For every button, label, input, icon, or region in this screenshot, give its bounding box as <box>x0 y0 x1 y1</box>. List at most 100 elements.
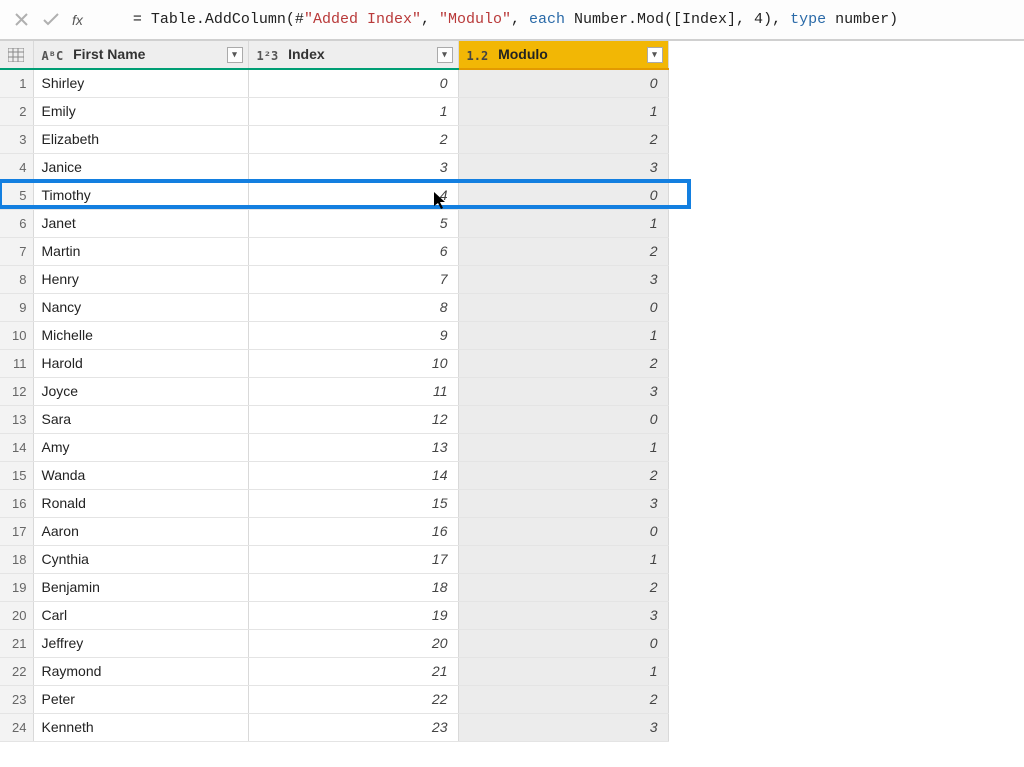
modulo-cell[interactable]: 1 <box>458 209 668 237</box>
table-row[interactable]: 7Martin62 <box>0 237 668 265</box>
row-number-cell[interactable]: 22 <box>0 657 33 685</box>
column-header-index[interactable]: 1²3 Index ▾ <box>248 41 458 69</box>
column-filter-button[interactable]: ▾ <box>227 47 243 63</box>
index-cell[interactable]: 1 <box>248 97 458 125</box>
modulo-cell[interactable]: 2 <box>458 349 668 377</box>
first-name-cell[interactable]: Janet <box>33 209 248 237</box>
column-header-modulo[interactable]: 1.2 Modulo ▾ <box>458 41 668 69</box>
column-header-first-name[interactable]: AᴮC First Name ▾ <box>33 41 248 69</box>
row-number-cell[interactable]: 21 <box>0 629 33 657</box>
first-name-cell[interactable]: Janice <box>33 153 248 181</box>
row-number-header[interactable] <box>0 41 33 69</box>
table-row[interactable]: 21Jeffrey200 <box>0 629 668 657</box>
table-row[interactable]: 16Ronald153 <box>0 489 668 517</box>
modulo-cell[interactable]: 3 <box>458 489 668 517</box>
modulo-cell[interactable]: 2 <box>458 685 668 713</box>
modulo-cell[interactable]: 0 <box>458 69 668 97</box>
table-row[interactable]: 8Henry73 <box>0 265 668 293</box>
index-cell[interactable]: 6 <box>248 237 458 265</box>
modulo-cell[interactable]: 2 <box>458 573 668 601</box>
modulo-cell[interactable]: 0 <box>458 293 668 321</box>
table-row[interactable]: 19Benjamin182 <box>0 573 668 601</box>
row-number-cell[interactable]: 6 <box>0 209 33 237</box>
cancel-formula-button[interactable] <box>6 6 36 34</box>
index-cell[interactable]: 4 <box>248 181 458 209</box>
row-number-cell[interactable]: 2 <box>0 97 33 125</box>
table-row[interactable]: 15Wanda142 <box>0 461 668 489</box>
index-cell[interactable]: 3 <box>248 153 458 181</box>
table-row[interactable]: 4Janice33 <box>0 153 668 181</box>
table-row[interactable]: 11Harold102 <box>0 349 668 377</box>
row-number-cell[interactable]: 16 <box>0 489 33 517</box>
first-name-cell[interactable]: Henry <box>33 265 248 293</box>
row-number-cell[interactable]: 12 <box>0 377 33 405</box>
row-number-cell[interactable]: 17 <box>0 517 33 545</box>
first-name-cell[interactable]: Jeffrey <box>33 629 248 657</box>
index-cell[interactable]: 17 <box>248 545 458 573</box>
first-name-cell[interactable]: Carl <box>33 601 248 629</box>
modulo-cell[interactable]: 1 <box>458 545 668 573</box>
modulo-cell[interactable]: 2 <box>458 125 668 153</box>
row-number-cell[interactable]: 14 <box>0 433 33 461</box>
first-name-cell[interactable]: Martin <box>33 237 248 265</box>
modulo-cell[interactable]: 0 <box>458 181 668 209</box>
first-name-cell[interactable]: Aaron <box>33 517 248 545</box>
index-cell[interactable]: 18 <box>248 573 458 601</box>
index-cell[interactable]: 15 <box>248 489 458 517</box>
row-number-cell[interactable]: 9 <box>0 293 33 321</box>
row-number-cell[interactable]: 10 <box>0 321 33 349</box>
row-number-cell[interactable]: 5 <box>0 181 33 209</box>
row-number-cell[interactable]: 20 <box>0 601 33 629</box>
table-row[interactable]: 22Raymond211 <box>0 657 668 685</box>
first-name-cell[interactable]: Michelle <box>33 321 248 349</box>
index-cell[interactable]: 16 <box>248 517 458 545</box>
index-cell[interactable]: 20 <box>248 629 458 657</box>
index-cell[interactable]: 11 <box>248 377 458 405</box>
table-row[interactable]: 24Kenneth233 <box>0 713 668 741</box>
index-cell[interactable]: 12 <box>248 405 458 433</box>
table-row[interactable]: 5Timothy40 <box>0 181 668 209</box>
table-row[interactable]: 2Emily11 <box>0 97 668 125</box>
row-number-cell[interactable]: 24 <box>0 713 33 741</box>
table-row[interactable]: 12Joyce113 <box>0 377 668 405</box>
index-cell[interactable]: 2 <box>248 125 458 153</box>
table-row[interactable]: 3Elizabeth22 <box>0 125 668 153</box>
index-cell[interactable]: 13 <box>248 433 458 461</box>
modulo-cell[interactable]: 1 <box>458 433 668 461</box>
index-cell[interactable]: 5 <box>248 209 458 237</box>
index-cell[interactable]: 9 <box>248 321 458 349</box>
index-cell[interactable]: 22 <box>248 685 458 713</box>
modulo-cell[interactable]: 0 <box>458 517 668 545</box>
index-cell[interactable]: 23 <box>248 713 458 741</box>
modulo-cell[interactable]: 0 <box>458 405 668 433</box>
modulo-cell[interactable]: 3 <box>458 713 668 741</box>
table-row[interactable]: 13Sara120 <box>0 405 668 433</box>
row-number-cell[interactable]: 11 <box>0 349 33 377</box>
modulo-cell[interactable]: 2 <box>458 237 668 265</box>
first-name-cell[interactable]: Shirley <box>33 69 248 97</box>
index-cell[interactable]: 8 <box>248 293 458 321</box>
first-name-cell[interactable]: Elizabeth <box>33 125 248 153</box>
table-row[interactable]: 9Nancy80 <box>0 293 668 321</box>
column-filter-button[interactable]: ▾ <box>437 47 453 63</box>
row-number-cell[interactable]: 13 <box>0 405 33 433</box>
modulo-cell[interactable]: 1 <box>458 321 668 349</box>
first-name-cell[interactable]: Amy <box>33 433 248 461</box>
table-row[interactable]: 23Peter222 <box>0 685 668 713</box>
modulo-cell[interactable]: 3 <box>458 153 668 181</box>
row-number-cell[interactable]: 19 <box>0 573 33 601</box>
table-row[interactable]: 18Cynthia171 <box>0 545 668 573</box>
first-name-cell[interactable]: Kenneth <box>33 713 248 741</box>
table-row[interactable]: 1Shirley00 <box>0 69 668 97</box>
first-name-cell[interactable]: Timothy <box>33 181 248 209</box>
index-cell[interactable]: 0 <box>248 69 458 97</box>
row-number-cell[interactable]: 1 <box>0 69 33 97</box>
index-cell[interactable]: 21 <box>248 657 458 685</box>
first-name-cell[interactable]: Benjamin <box>33 573 248 601</box>
column-filter-button[interactable]: ▾ <box>647 47 663 63</box>
row-number-cell[interactable]: 18 <box>0 545 33 573</box>
first-name-cell[interactable]: Peter <box>33 685 248 713</box>
modulo-cell[interactable]: 3 <box>458 377 668 405</box>
first-name-cell[interactable]: Harold <box>33 349 248 377</box>
modulo-cell[interactable]: 0 <box>458 629 668 657</box>
